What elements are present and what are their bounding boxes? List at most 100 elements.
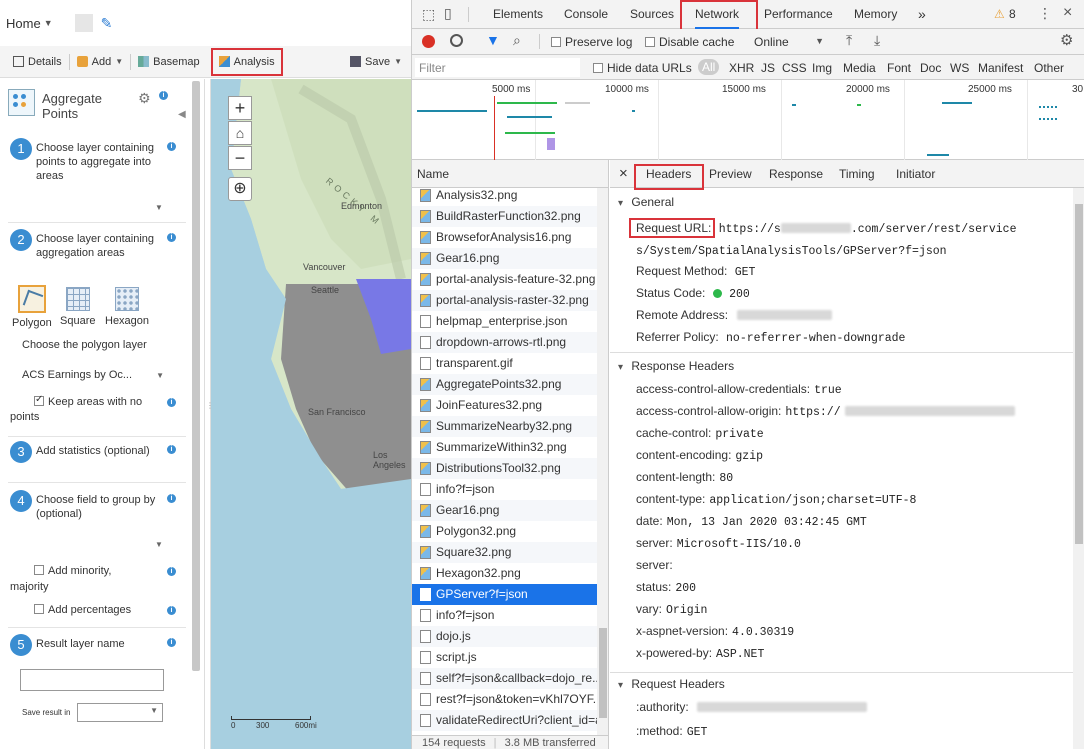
tab-timing[interactable]: Timing [839, 160, 875, 188]
chevron-down-icon[interactable]: ▼ [44, 18, 53, 28]
result-layer-name-input[interactable] [20, 669, 164, 691]
detail-scrollbar[interactable] [1073, 188, 1084, 749]
request-url-value[interactable]: https://s .com/server/rest/service [719, 223, 1016, 236]
details-button[interactable]: Details [8, 50, 67, 74]
header-value[interactable]: Origin [666, 604, 707, 617]
request-headers-toggle[interactable]: Request Headers [618, 677, 724, 691]
network-overview[interactable]: 5000 ms 10000 ms 15000 ms 20000 ms 25000… [412, 80, 1084, 160]
header-value[interactable]: 80 [719, 472, 733, 485]
request-row[interactable]: Square32.png [412, 542, 597, 563]
header-value[interactable]: GET [687, 726, 708, 739]
zoom-out-button[interactable]: − [228, 146, 252, 170]
request-row[interactable]: helpmap_enterprise.json [412, 311, 597, 332]
request-list-scrollbar[interactable] [597, 188, 608, 749]
request-row[interactable]: DistributionsTool32.png [412, 458, 597, 479]
request-row[interactable]: transparent.gif [412, 353, 597, 374]
add-button[interactable]: Add ▼ [72, 50, 129, 74]
info-icon[interactable]: i [167, 142, 176, 151]
request-row[interactable]: Gear16.png [412, 248, 597, 269]
response-headers-toggle[interactable]: Response Headers [618, 359, 734, 373]
request-row[interactable]: Gear16.png [412, 500, 597, 521]
header-value[interactable]: Microsoft-IIS/10.0 [677, 538, 801, 551]
type-filter-doc[interactable]: Doc [920, 61, 941, 75]
request-row[interactable]: AggregatePoints32.png [412, 374, 597, 395]
clear-icon[interactable] [450, 34, 463, 47]
tab-console[interactable]: Console [564, 0, 608, 29]
hide-data-urls-option[interactable]: Hide data URLs [593, 61, 692, 75]
close-icon[interactable]: × [619, 160, 628, 188]
request-row[interactable]: dojo.js [412, 626, 597, 647]
request-row[interactable]: Analysis32.png [412, 185, 597, 206]
locate-button[interactable]: ⊕ [228, 177, 252, 201]
group-field-dropdown-caret[interactable]: ▼ [155, 540, 163, 549]
header-value[interactable]: application/json;charset=UTF-8 [709, 494, 916, 507]
kebab-menu-icon[interactable]: ⋮ [1038, 5, 1052, 22]
header-value[interactable]: true [814, 384, 842, 397]
save-button[interactable]: Save ▼ [345, 50, 407, 74]
add-minority-checkbox[interactable] [34, 565, 44, 575]
collapse-left-icon[interactable]: ◀ [178, 109, 186, 120]
request-row[interactable]: dropdown-arrows-rtl.png [412, 332, 597, 353]
type-filter-img[interactable]: Img [812, 61, 832, 75]
tab-sources[interactable]: Sources [630, 0, 674, 29]
request-row[interactable]: script.js [412, 647, 597, 668]
request-row[interactable]: info?f=json [412, 479, 597, 500]
filter-icon[interactable]: ▼ [486, 32, 500, 48]
home-view-button[interactable]: ⌂ [228, 121, 252, 145]
upload-har-icon[interactable]: ⤒ [846, 32, 852, 49]
add-percentages-checkbox[interactable] [34, 604, 44, 614]
type-filter-ws[interactable]: WS [950, 61, 969, 75]
layer-dropdown-caret[interactable]: ▼ [155, 203, 163, 212]
info-icon[interactable]: i [167, 445, 176, 454]
home-menu[interactable]: Home [6, 16, 41, 31]
request-row[interactable]: SummarizeWithin32.png [412, 437, 597, 458]
header-value[interactable]: gzip [735, 450, 763, 463]
pencil-icon[interactable]: ✎ [101, 15, 113, 32]
record-icon[interactable] [422, 35, 435, 48]
tab-preview[interactable]: Preview [709, 160, 752, 188]
filter-input[interactable]: Filter [415, 58, 580, 77]
request-row[interactable]: info?f=json [412, 605, 597, 626]
shape-option-square[interactable]: Square [60, 285, 95, 327]
general-section-toggle[interactable]: General [618, 195, 674, 209]
info-icon[interactable]: i [159, 91, 168, 100]
more-tabs-icon[interactable]: » [918, 0, 926, 29]
request-row[interactable]: validateRedirectUri?client_id=a [412, 710, 597, 731]
gear-icon[interactable]: ⚙ [138, 90, 151, 107]
request-row[interactable]: BuildRasterFunction32.png [412, 206, 597, 227]
warning-icon[interactable]: ⚠ [994, 7, 1005, 21]
type-filter-media[interactable]: Media [843, 61, 876, 75]
info-icon[interactable]: i [167, 567, 176, 576]
type-filter-js[interactable]: JS [761, 61, 775, 75]
gear-icon[interactable]: ⚙ [1060, 31, 1073, 49]
device-toolbar-icon[interactable]: ▯ [444, 5, 452, 22]
inspect-icon[interactable]: ⬚ [422, 6, 435, 23]
header-value[interactable]: private [715, 428, 763, 441]
request-row[interactable]: portal-analysis-raster-32.png [412, 290, 597, 311]
tab-response[interactable]: Response [769, 160, 823, 188]
scrollbar-thumb[interactable] [599, 628, 607, 718]
scrollbar-thumb[interactable] [1075, 204, 1083, 544]
preserve-log-option[interactable]: Preserve log [551, 35, 632, 49]
disable-cache-option[interactable]: Disable cache [645, 35, 734, 49]
shape-option-hexagon[interactable]: Hexagon [105, 285, 149, 327]
keep-areas-checkbox[interactable] [34, 394, 44, 406]
hide-data-urls-checkbox[interactable] [593, 63, 603, 73]
info-icon[interactable]: i [167, 398, 176, 407]
header-value[interactable]: Mon, 13 Jan 2020 03:42:45 GMT [667, 516, 867, 529]
header-value[interactable]: https:// [785, 406, 840, 419]
info-icon[interactable]: i [167, 638, 176, 647]
request-row[interactable]: SummarizeNearby32.png [412, 416, 597, 437]
type-filter-css[interactable]: CSS [782, 61, 807, 75]
shape-option-polygon[interactable]: Polygon [12, 285, 52, 329]
tab-performance[interactable]: Performance [764, 0, 833, 29]
request-row[interactable]: GPServer?f=json [412, 584, 597, 605]
analysis-button[interactable]: Analysis [210, 47, 283, 76]
preserve-log-checkbox[interactable] [551, 37, 561, 47]
column-header-name[interactable]: Name [412, 160, 608, 188]
type-filter-font[interactable]: Font [887, 61, 911, 75]
add-percentages-option[interactable]: Add percentages [34, 604, 131, 616]
tab-elements[interactable]: Elements [493, 0, 543, 29]
type-filter-xhr[interactable]: XHR [729, 61, 754, 75]
disable-cache-checkbox[interactable] [645, 37, 655, 47]
